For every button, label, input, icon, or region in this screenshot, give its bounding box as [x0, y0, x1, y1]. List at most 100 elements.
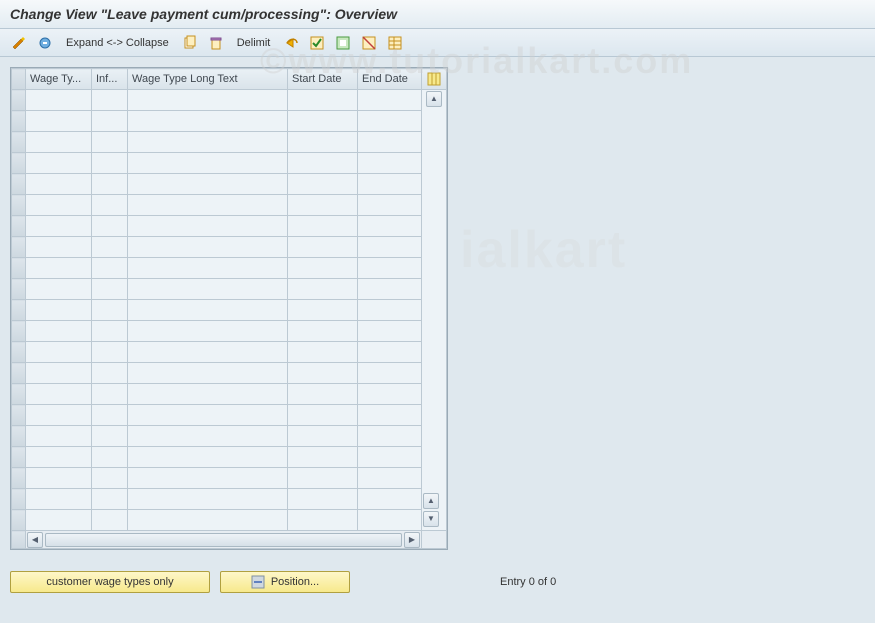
row-selector-header[interactable]	[12, 69, 26, 90]
cell[interactable]	[288, 489, 358, 510]
expand-collapse-button[interactable]: Expand <-> Collapse	[60, 37, 175, 49]
cell[interactable]	[92, 321, 128, 342]
cell[interactable]	[358, 153, 422, 174]
cell[interactable]	[128, 300, 288, 321]
row-selector[interactable]	[12, 426, 26, 447]
cell[interactable]	[128, 90, 288, 111]
configure-columns-icon[interactable]	[422, 69, 447, 90]
cell[interactable]	[128, 237, 288, 258]
cell[interactable]	[92, 174, 128, 195]
column-header-start-date[interactable]: Start Date	[288, 69, 358, 90]
cell[interactable]	[128, 426, 288, 447]
cell[interactable]	[128, 174, 288, 195]
cell[interactable]	[128, 405, 288, 426]
column-header-infotype[interactable]: Inf...	[92, 69, 128, 90]
cell[interactable]	[92, 195, 128, 216]
cell[interactable]	[26, 279, 92, 300]
cell[interactable]	[128, 321, 288, 342]
cell[interactable]	[92, 384, 128, 405]
row-selector[interactable]	[12, 132, 26, 153]
cell[interactable]	[288, 132, 358, 153]
cell[interactable]	[288, 342, 358, 363]
cell[interactable]	[26, 300, 92, 321]
cell[interactable]	[92, 510, 128, 531]
cell[interactable]	[288, 153, 358, 174]
cell[interactable]	[358, 132, 422, 153]
cell[interactable]	[358, 300, 422, 321]
cell[interactable]	[288, 90, 358, 111]
cell[interactable]	[288, 195, 358, 216]
cell[interactable]	[92, 90, 128, 111]
undo-icon[interactable]	[280, 33, 302, 53]
cell[interactable]	[26, 342, 92, 363]
cell[interactable]	[92, 132, 128, 153]
row-selector[interactable]	[12, 510, 26, 531]
cell[interactable]	[128, 342, 288, 363]
cell[interactable]	[26, 384, 92, 405]
cell[interactable]	[26, 426, 92, 447]
cell[interactable]	[128, 468, 288, 489]
cell[interactable]	[92, 111, 128, 132]
row-selector[interactable]	[12, 489, 26, 510]
delete-icon[interactable]	[205, 33, 227, 53]
cell[interactable]	[288, 384, 358, 405]
cell[interactable]	[92, 447, 128, 468]
row-selector[interactable]	[12, 447, 26, 468]
cell[interactable]	[26, 363, 92, 384]
other-view-icon[interactable]	[34, 33, 56, 53]
row-selector[interactable]	[12, 111, 26, 132]
cell[interactable]	[358, 195, 422, 216]
cell[interactable]	[288, 510, 358, 531]
cell[interactable]	[128, 447, 288, 468]
cell[interactable]	[92, 237, 128, 258]
scroll-left-icon[interactable]: ◀	[27, 532, 43, 548]
cell[interactable]	[26, 195, 92, 216]
cell[interactable]	[92, 489, 128, 510]
cell[interactable]	[26, 489, 92, 510]
row-selector[interactable]	[12, 405, 26, 426]
row-selector[interactable]	[12, 258, 26, 279]
cell[interactable]	[358, 174, 422, 195]
cell[interactable]	[358, 279, 422, 300]
row-selector[interactable]	[12, 237, 26, 258]
cell[interactable]	[128, 132, 288, 153]
cell[interactable]	[128, 111, 288, 132]
cell[interactable]	[92, 468, 128, 489]
cell[interactable]	[92, 258, 128, 279]
cell[interactable]	[288, 468, 358, 489]
row-selector[interactable]	[12, 279, 26, 300]
column-header-wage-long-text[interactable]: Wage Type Long Text	[128, 69, 288, 90]
cell[interactable]	[358, 426, 422, 447]
cell[interactable]	[128, 384, 288, 405]
scroll-down-inner-icon[interactable]: ▲	[423, 493, 439, 509]
cell[interactable]	[288, 300, 358, 321]
cell[interactable]	[92, 279, 128, 300]
cell[interactable]	[26, 258, 92, 279]
delimit-button[interactable]: Delimit	[231, 37, 277, 49]
cell[interactable]	[358, 384, 422, 405]
table-settings-icon[interactable]	[384, 33, 406, 53]
row-selector[interactable]	[12, 216, 26, 237]
row-selector[interactable]	[12, 90, 26, 111]
cell[interactable]	[92, 363, 128, 384]
cell[interactable]	[358, 489, 422, 510]
select-block-icon[interactable]	[332, 33, 354, 53]
row-selector[interactable]	[12, 321, 26, 342]
row-selector[interactable]	[12, 153, 26, 174]
row-selector[interactable]	[12, 468, 26, 489]
cell[interactable]	[358, 447, 422, 468]
horizontal-scrollbar[interactable]: ◀▶	[12, 531, 447, 549]
scroll-up-icon[interactable]: ▲	[426, 91, 442, 107]
cell[interactable]	[358, 237, 422, 258]
cell[interactable]	[288, 447, 358, 468]
cell[interactable]	[92, 216, 128, 237]
cell[interactable]	[128, 153, 288, 174]
scroll-right-icon[interactable]: ▶	[404, 532, 420, 548]
cell[interactable]	[92, 153, 128, 174]
cell[interactable]	[358, 216, 422, 237]
cell[interactable]	[92, 342, 128, 363]
cell[interactable]	[128, 363, 288, 384]
cell[interactable]	[26, 111, 92, 132]
select-all-icon[interactable]	[306, 33, 328, 53]
cell[interactable]	[288, 258, 358, 279]
